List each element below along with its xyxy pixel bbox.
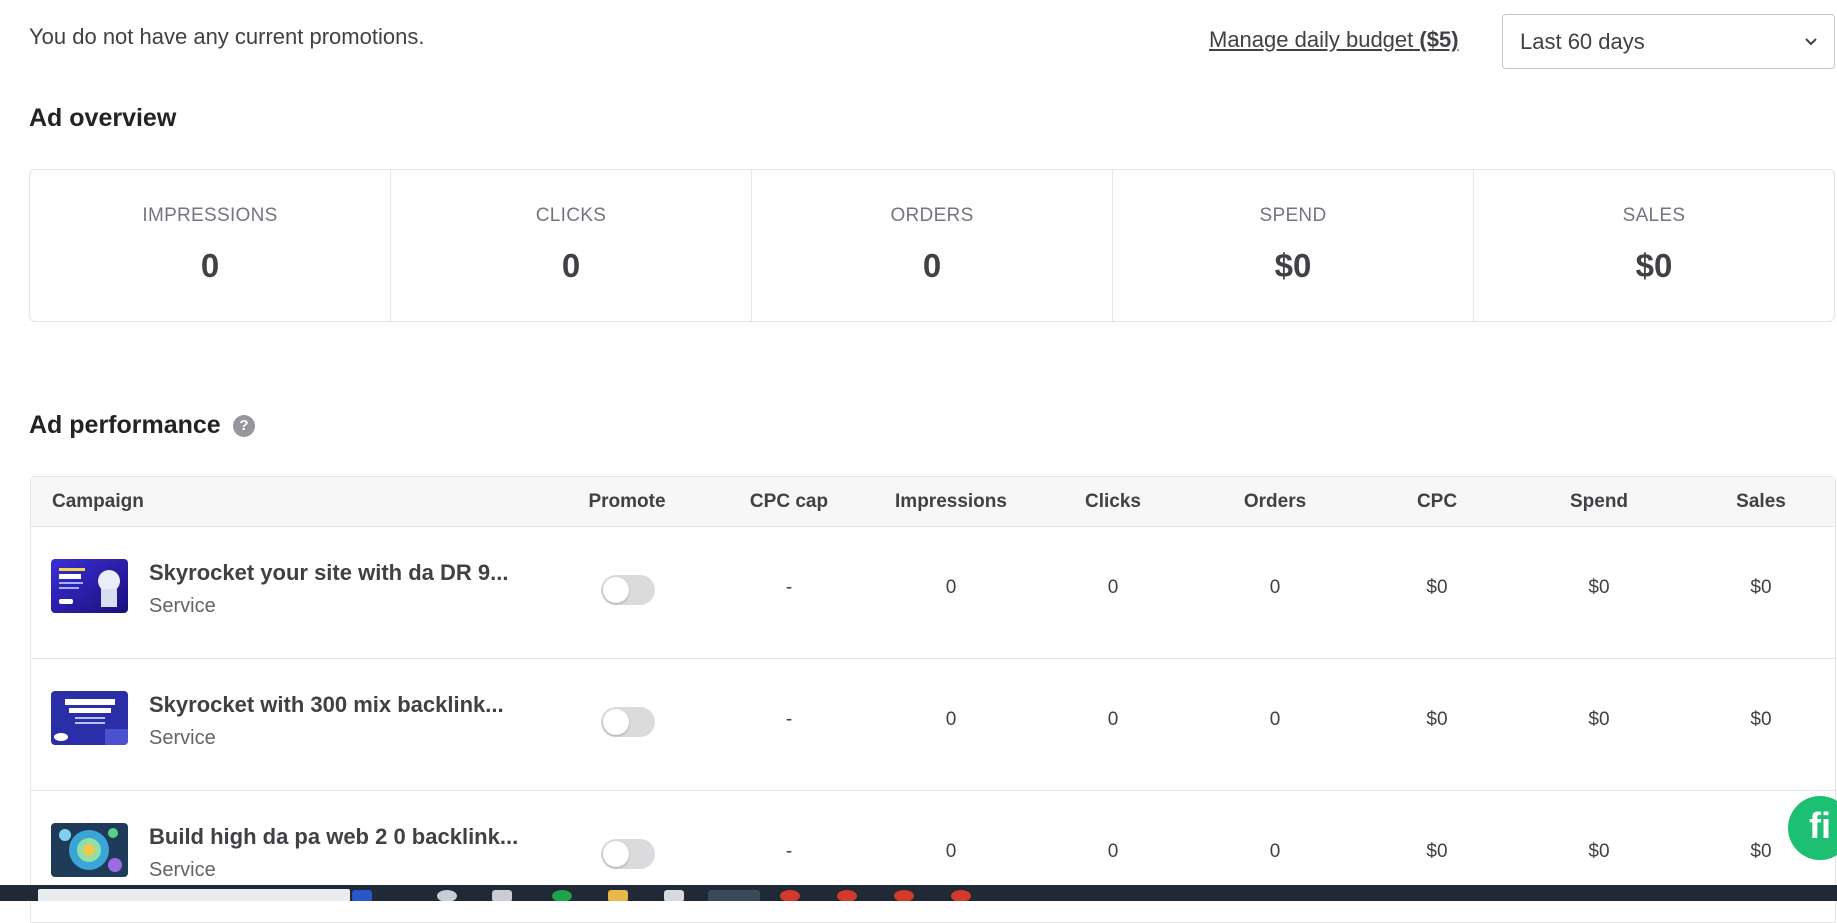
manage-daily-budget-link[interactable]: Manage daily budget ($5) [1209,27,1459,53]
taskbar-app-icon[interactable] [492,890,512,901]
impressions-cell: 0 [945,841,957,862]
column-header-promote: Promote [588,491,666,512]
date-range-value: Last 60 days [1520,29,1645,54]
table-header: Campaign Promote CPC cap Impressions Cli… [31,477,1835,527]
campaign-type: Service [149,595,216,617]
toggle-knob [603,841,629,867]
os-taskbar [0,885,1837,901]
column-header-clicks: Clicks [1085,491,1141,512]
taskbar-app-icon[interactable] [837,890,857,901]
column-header-cpc-cap: CPC cap [749,491,829,512]
taskbar-search-box[interactable] [38,889,350,901]
sales-cell: $0 [1750,577,1772,598]
campaign-title[interactable]: Build high da pa web 2 0 backlink... [149,824,518,850]
taskbar-app-icon-active[interactable] [708,890,760,901]
column-header-sales: Sales [1736,491,1786,512]
chevron-down-icon [1805,38,1817,46]
campaign-title[interactable]: Skyrocket your site with da DR 9... [149,560,508,586]
orders-cell: 0 [1269,709,1281,730]
stat-value: 0 [561,247,581,284]
cpc-cap-cell: - [785,841,793,862]
cpc-cell: $0 [1426,841,1448,862]
campaign-thumbnail[interactable] [51,559,128,613]
promote-toggle[interactable] [601,839,655,869]
spend-cell: $0 [1588,709,1610,730]
cpc-cell: $0 [1426,577,1448,598]
spend-cell: $0 [1588,577,1610,598]
taskbar-app-icon[interactable] [664,890,684,901]
taskbar-app-icon[interactable] [552,890,572,901]
daily-budget-amount: ($5) [1419,27,1459,52]
clicks-cell: 0 [1107,709,1119,730]
sales-cell: $0 [1750,709,1772,730]
ad-overview-stats: IMPRESSIONS 0 CLICKS 0 ORDERS 0 SPEND $0… [29,169,1835,322]
promote-toggle[interactable] [601,575,655,605]
no-promotions-message: You do not have any current promotions. [29,24,425,49]
taskbar-app-icon[interactable] [352,890,372,901]
orders-cell: 0 [1269,841,1281,862]
campaign-thumbnail[interactable] [51,691,128,745]
stat-value: $0 [1635,247,1673,284]
date-range-select[interactable]: Last 60 days [1502,14,1835,69]
column-header-orders: Orders [1243,491,1307,512]
promote-toggle[interactable] [601,707,655,737]
stat-impressions: IMPRESSIONS 0 [30,170,391,321]
promotions-header: You do not have any current promotions. … [29,14,1837,72]
impressions-cell: 0 [945,577,957,598]
ad-performance-table: Campaign Promote CPC cap Impressions Cli… [30,476,1836,923]
campaign-title[interactable]: Skyrocket with 300 mix backlink... [149,692,504,718]
ad-overview-title: Ad overview [29,104,177,132]
help-icon[interactable]: ? [233,415,255,437]
stat-label: SALES [1622,205,1686,226]
stat-value: 0 [200,247,220,284]
orders-cell: 0 [1269,577,1281,598]
taskbar-app-icon[interactable] [437,890,457,901]
campaign-thumbnail[interactable] [51,823,128,877]
toggle-knob [603,709,629,735]
table-row[interactable]: Skyrocket with 300 mix backlink... Servi… [31,659,1835,791]
taskbar-app-icon[interactable] [894,890,914,901]
stat-label: SPEND [1259,205,1327,226]
table-row[interactable]: Skyrocket your site with da DR 9... Serv… [31,527,1835,659]
stat-clicks: CLICKS 0 [391,170,752,321]
spend-cell: $0 [1588,841,1610,862]
taskbar-app-icon[interactable] [780,890,800,901]
stat-spend: SPEND $0 [1113,170,1474,321]
cpc-cap-cell: - [785,709,793,730]
campaign-type: Service [149,727,216,749]
cpc-cap-cell: - [785,577,793,598]
clicks-cell: 0 [1107,841,1119,862]
impressions-cell: 0 [945,709,957,730]
stat-label: ORDERS [890,205,974,226]
campaign-type: Service [149,859,216,881]
cpc-cell: $0 [1426,709,1448,730]
column-header-impressions: Impressions [895,491,1007,512]
column-header-spend: Spend [1569,491,1629,512]
taskbar-app-icon[interactable] [951,890,971,901]
stat-orders: ORDERS 0 [752,170,1113,321]
taskbar-app-icon[interactable] [608,890,628,901]
table-row[interactable]: Build high da pa web 2 0 backlink... Ser… [31,791,1835,923]
stat-sales: SALES $0 [1474,170,1834,321]
toggle-knob [603,577,629,603]
stat-value: $0 [1274,247,1312,284]
manage-budget-label: Manage daily budget [1209,27,1414,52]
clicks-cell: 0 [1107,577,1119,598]
stat-value: 0 [922,247,942,284]
stat-label: IMPRESSIONS [142,205,278,226]
ad-performance-title: Ad performance [29,411,221,439]
column-header-campaign: Campaign [52,491,144,512]
stat-label: CLICKS [535,205,607,226]
column-header-cpc: CPC [1416,491,1458,512]
